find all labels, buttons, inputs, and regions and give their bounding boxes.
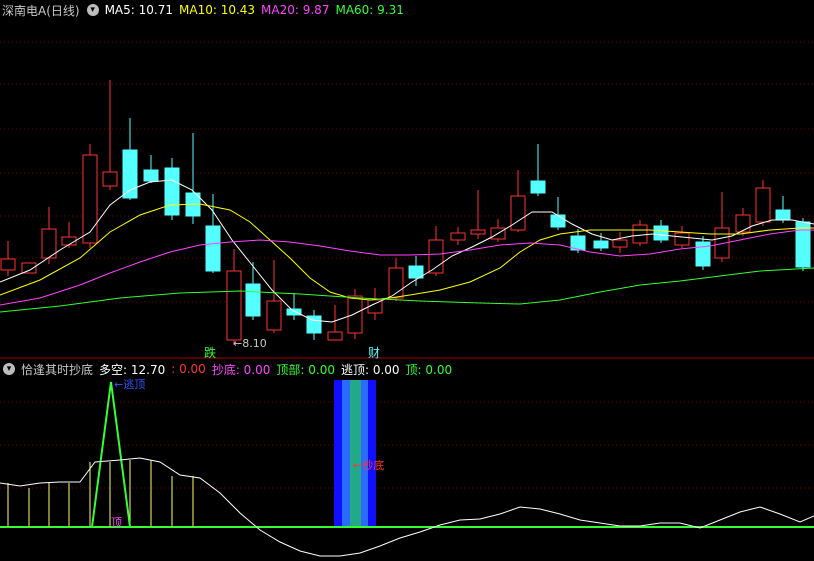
candle-body-8 [164,167,180,216]
ind-peak-signal [91,381,131,528]
chevron-down-icon[interactable]: ▾ [86,4,99,16]
candle-body-38 [775,209,791,221]
label-top: 顶 [111,516,122,529]
indicator-title: 恰逢其时抄底 [21,362,94,377]
blank-label: : 0.00 [171,362,206,376]
candle-body-31 [632,224,648,244]
candle-body-11 [226,270,242,341]
candle-body-4 [82,154,98,244]
candle-body-39 [795,221,811,268]
bottom-signal-inner [350,380,361,527]
candle-body-26 [530,180,546,194]
ma10-label: MA10: 10.43 [179,3,256,17]
candle-body-22 [450,232,466,241]
chevron-down-icon[interactable]: ▾ [3,363,15,375]
candle-body-23 [470,229,486,235]
ma20-label: MA20: 9.87 [261,3,330,17]
marker-cai: 财 [368,346,381,360]
indicator-header: ▾ 恰逢其时抄底 多空: 12.70 : 0.00 抄底: 0.00 顶部: 0… [0,359,458,379]
ma60-line [0,267,814,313]
candle-body-32 [653,225,669,241]
low-price-label: ←8.10 [233,337,267,350]
main-header: 深南电A(日线) ▾ MA5: 10.71 MA10: 10.43 MA20: … [0,0,410,20]
candle-body-14 [286,308,302,316]
candle-body-36 [735,214,751,233]
label-escape-top: ←逃顶 [114,378,146,391]
indicator-chart [0,380,814,557]
duokong-label: 多空: 12.70 [99,362,166,377]
ding-label: 顶: 0.00 [405,362,453,377]
ma-lines [0,179,814,323]
ma5-label: MA5: 10.71 [104,3,173,17]
candlesticks [0,80,811,345]
candle-body-10 [205,225,221,272]
grid-lines [0,41,814,489]
candle-body-29 [593,240,609,249]
candle-body-3 [61,236,77,246]
dingbu-label: 顶部: 0.00 [276,362,335,377]
candle-body-0 [0,258,16,271]
label-bottom: ←抄底 [353,459,385,472]
candle-body-17 [347,295,363,334]
candle-body-13 [266,300,282,331]
candle-body-7 [143,169,159,182]
taoding-label: 逃顶: 0.00 [340,362,400,377]
candle-body-34 [695,241,711,267]
candle-body-12 [245,283,261,317]
candle-body-37 [755,187,771,223]
chaodi-label: 抄底: 0.00 [211,362,271,377]
candle-body-16 [327,331,343,341]
ma60-label: MA60: 9.31 [335,3,404,17]
candle-body-21 [428,239,444,274]
candle-body-33 [674,232,690,246]
marker-die: 跌 [204,346,217,360]
candle-body-5 [102,171,118,187]
ma20-line [0,229,814,306]
candle-body-27 [550,214,566,228]
stock-title: 深南电A(日线) [2,3,80,18]
candle-body-25 [510,195,526,231]
candle-body-6 [122,149,138,199]
candle-body-30 [612,239,628,248]
price-chart [0,41,814,557]
